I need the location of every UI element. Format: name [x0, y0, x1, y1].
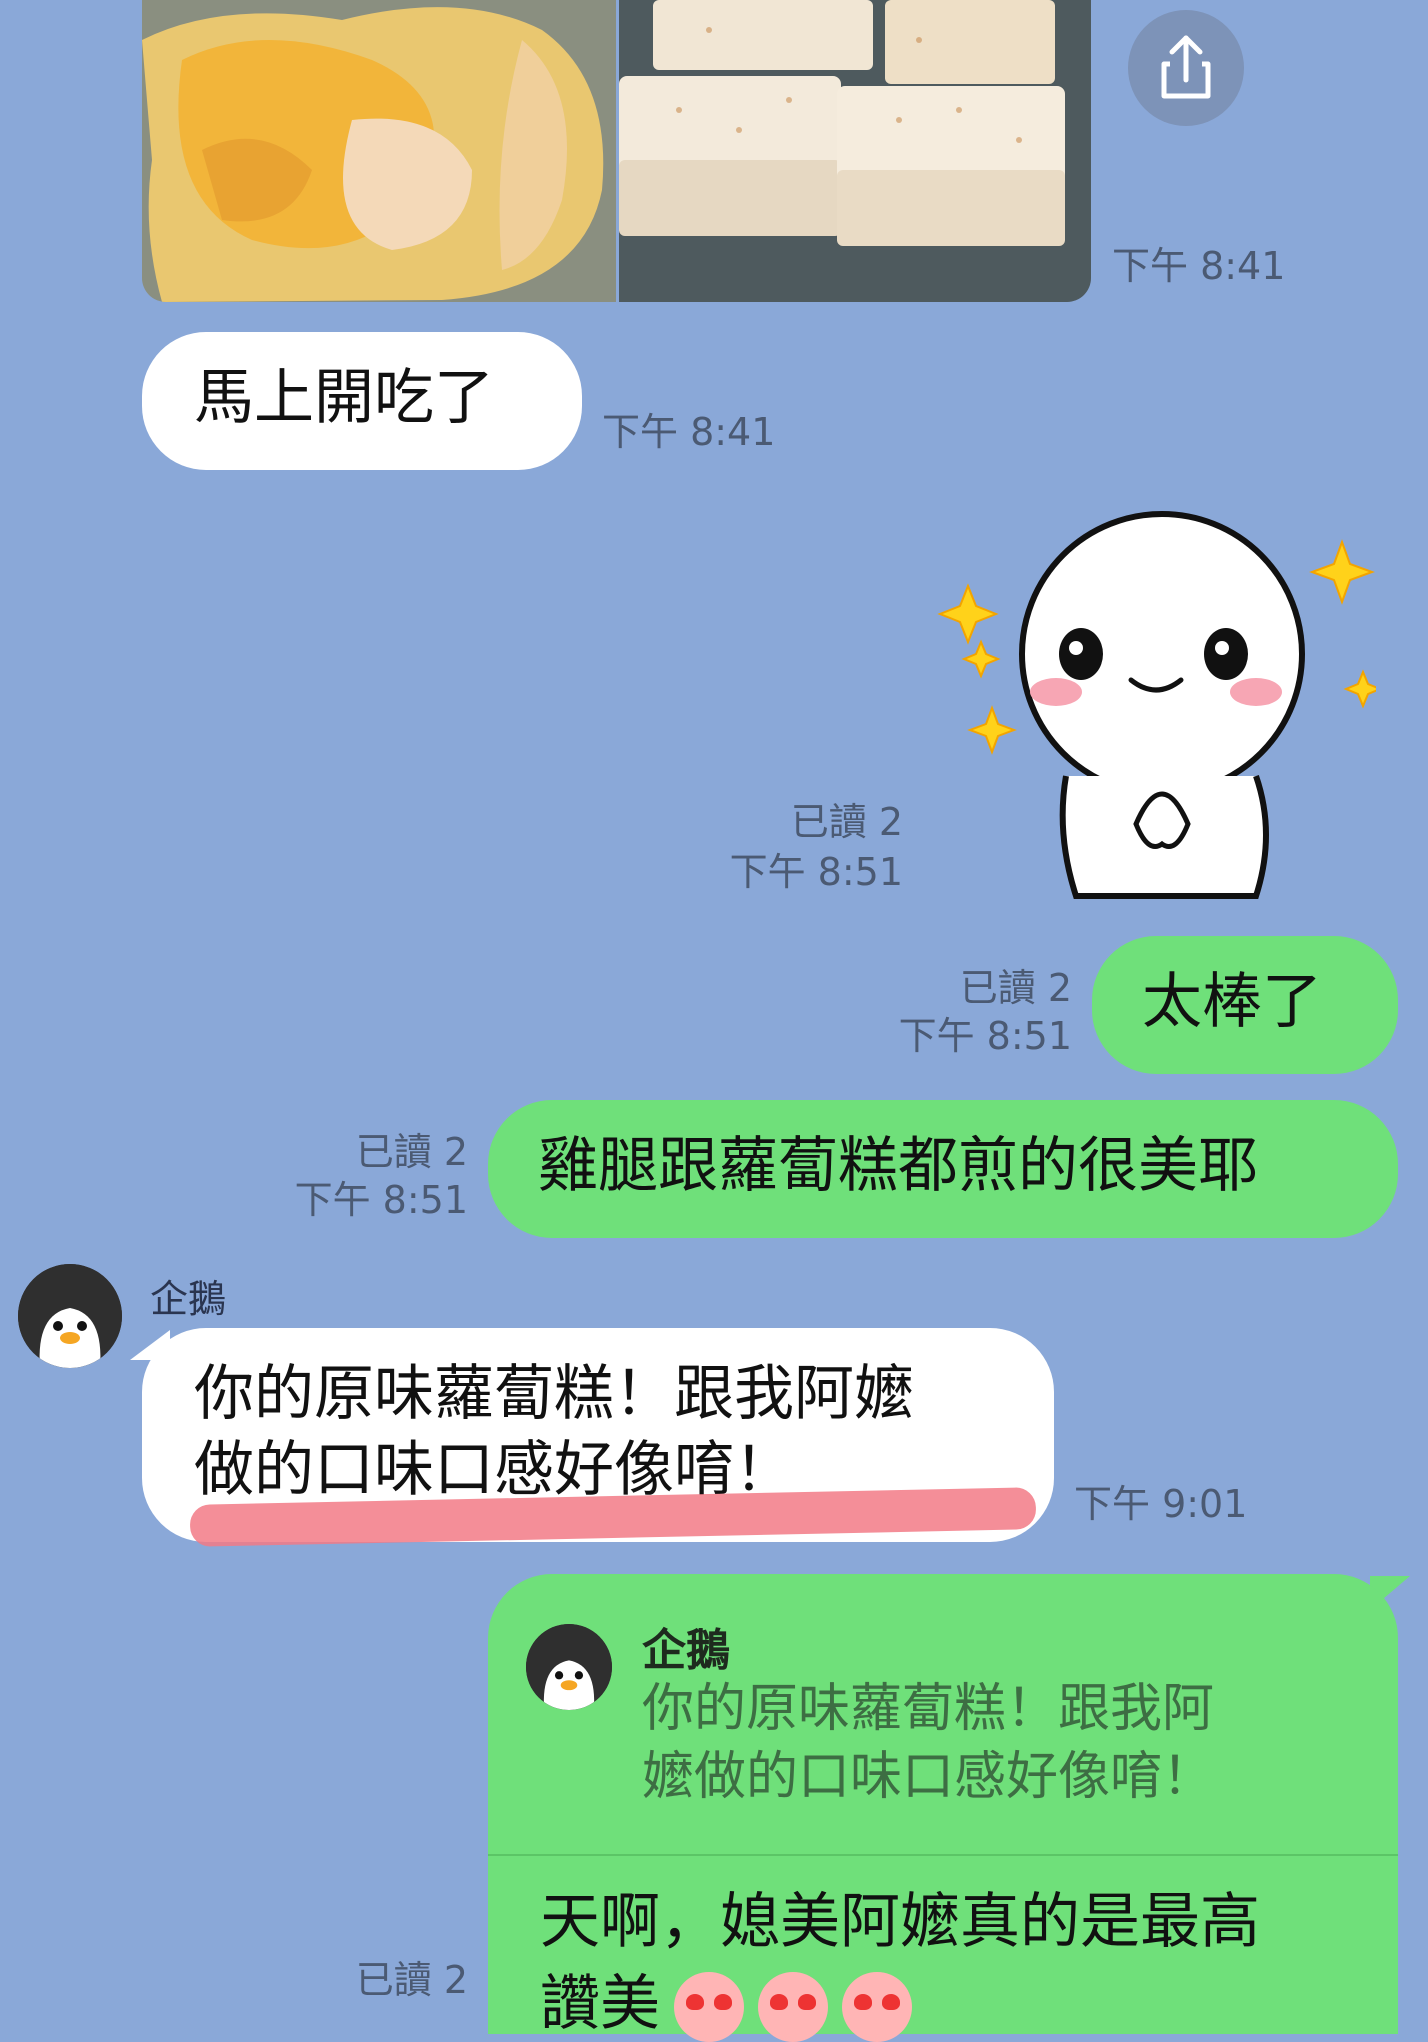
heart-eyes-emoji	[674, 1972, 744, 2042]
share-button[interactable]	[1128, 10, 1244, 126]
message-text-line: 讚美	[540, 1966, 912, 2042]
timestamp: 下午 9:01	[1074, 1482, 1248, 1526]
read-receipt: 已讀 2	[355, 1958, 468, 2002]
quote-text-line: 嬤做的口味口感好像唷！	[642, 1747, 1215, 1807]
message-text-line: 你的原味蘿蔔糕！跟我阿嬤	[194, 1359, 914, 1429]
read-receipt: 已讀 2	[355, 1130, 468, 1174]
quote-divider	[488, 1854, 1398, 1856]
radish-cake-photo[interactable]	[619, 0, 1091, 302]
sender-name: 企鵝	[150, 1277, 227, 1321]
read-receipt: 已讀 2	[959, 966, 1072, 1010]
timestamp: 下午 8:51	[294, 1178, 468, 1222]
message-text: 馬上開吃了	[194, 363, 494, 433]
message-text: 雞腿跟蘿蔔糕都煎的很美耶	[538, 1131, 1258, 1201]
message-text: 太棒了	[1142, 967, 1322, 1037]
quote-sender: 企鵝	[642, 1625, 730, 1676]
chicken-photo[interactable]	[142, 0, 616, 302]
message-bubble[interactable]: 太棒了	[1092, 936, 1398, 1074]
message-text-line: 天啊，媳美阿嬤真的是最高	[540, 1887, 1260, 1957]
reply-bubble[interactable]: 企鵝 你的原味蘿蔔糕！跟我阿 嬤做的口味口感好像唷！ 天啊，媳美阿嬤真的是最高 …	[488, 1574, 1398, 2042]
message-text: 讚美	[540, 1969, 660, 2039]
read-receipt: 已讀 2	[790, 800, 903, 844]
timestamp: 下午 8:51	[898, 1014, 1072, 1058]
timestamp: 下午 8:51	[729, 850, 903, 894]
sticker[interactable]	[926, 504, 1383, 904]
share-icon	[1161, 35, 1211, 99]
heart-eyes-emoji	[842, 1972, 912, 2042]
timestamp: 下午 8:41	[602, 410, 776, 454]
timestamp: 下午 8:41	[1112, 244, 1286, 288]
message-bubble[interactable]: 雞腿跟蘿蔔糕都煎的很美耶	[488, 1100, 1398, 1238]
penguin-avatar[interactable]	[18, 1264, 122, 1368]
message-bubble[interactable]: 馬上開吃了	[142, 332, 582, 470]
quote-text-line: 你的原味蘿蔔糕！跟我阿	[642, 1679, 1215, 1739]
heart-eyes-emoji	[758, 1972, 828, 2042]
quote-avatar	[526, 1624, 612, 1710]
